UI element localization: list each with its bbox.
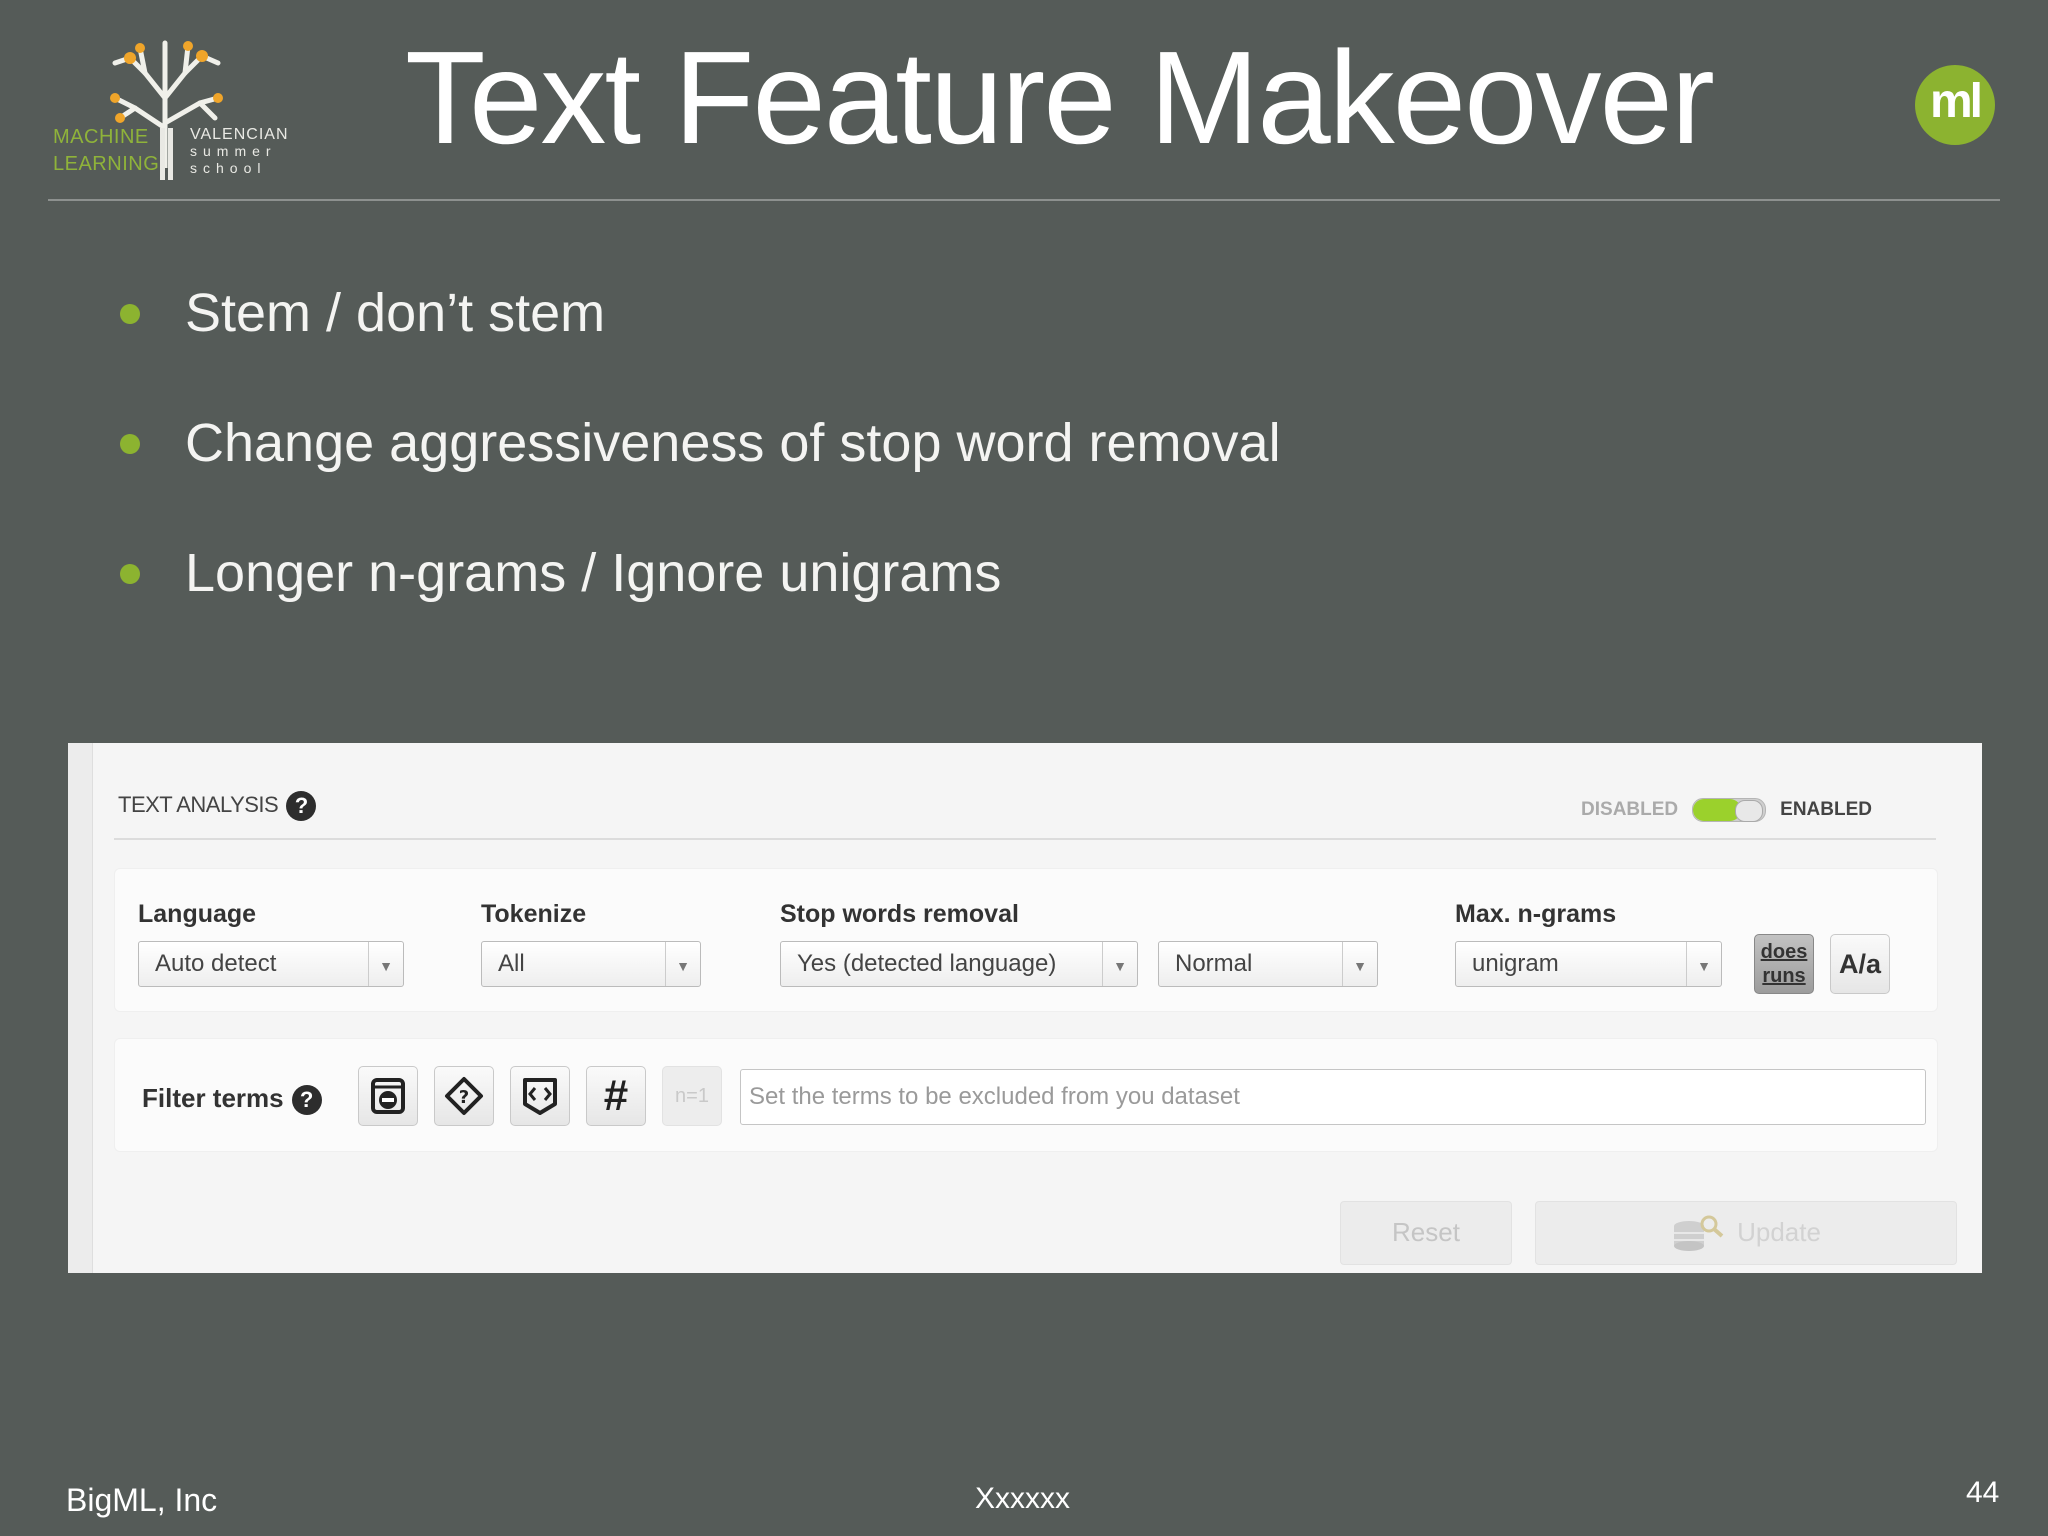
- text-analysis-header: TEXT ANALYSIS?: [118, 791, 317, 821]
- filter-terms-input[interactable]: Set the terms to be excluded from you da…: [740, 1069, 1926, 1125]
- code-tag-icon: [523, 1078, 557, 1115]
- filter-tool-button[interactable]: [358, 1066, 418, 1126]
- enable-toggle[interactable]: [1692, 798, 1767, 822]
- logo-divider: [160, 128, 165, 180]
- hash-icon: #: [603, 1071, 629, 1120]
- bullet-dot-icon: [120, 564, 140, 584]
- stopwords-label: Stop words removal: [780, 900, 1019, 928]
- tokenize-label: Tokenize: [481, 900, 587, 928]
- toggle-fill: [1693, 799, 1742, 821]
- update-label: Update: [1737, 1217, 1821, 1247]
- enable-toggle-group: DISABLED ENABLED: [1581, 798, 1872, 822]
- help-icon[interactable]: ?: [286, 791, 317, 821]
- chevron-down-icon[interactable]: ▼: [1686, 942, 1721, 986]
- stemming-icon: does runs: [1760, 941, 1808, 987]
- bullet-list: Stem / don’t stem Change aggressiveness …: [120, 270, 1281, 660]
- logo-text-right: VALENCIAN summer school: [190, 126, 289, 176]
- filter-terms-label: Filter terms?: [142, 1083, 322, 1116]
- options-box: [114, 868, 1938, 1012]
- stopwords-select[interactable]: Yes (detected language) ▼: [780, 941, 1138, 987]
- ngrams-label: Max. n-grams: [1455, 900, 1617, 928]
- language-label: Language: [138, 900, 257, 928]
- svg-text:?: ?: [459, 1087, 469, 1108]
- footer-center-text: Xxxxxx: [975, 1482, 1071, 1515]
- logo-text-left: MACHINE LEARNING: [53, 126, 160, 175]
- logo-divider: [168, 128, 173, 180]
- chevron-down-icon[interactable]: ▼: [665, 942, 700, 986]
- page-number: 44: [1966, 1476, 2000, 1509]
- header-divider: [48, 199, 2000, 201]
- case-sensitivity-button[interactable]: A/a: [1830, 934, 1890, 994]
- text-analysis-panel: TEXT ANALYSIS? DISABLED ENABLED Language…: [68, 743, 1982, 1273]
- slide-title: Text Feature Makeover: [405, 24, 1715, 171]
- database-search-icon: [1674, 1215, 1724, 1252]
- panel-divider: [114, 838, 1936, 840]
- footer-company: BigML, Inc: [66, 1482, 218, 1518]
- tokenize-select[interactable]: All ▼: [481, 941, 701, 987]
- toggle-enabled-label: ENABLED: [1780, 799, 1872, 820]
- school-logo: MACHINE LEARNING VALENCIAN summer school: [50, 28, 290, 180]
- chevron-down-icon[interactable]: ▼: [1102, 942, 1137, 986]
- ngrams-select[interactable]: unigram ▼: [1455, 941, 1722, 987]
- chevron-down-icon[interactable]: ▼: [1342, 942, 1377, 986]
- ngram-filter-label: n=1: [675, 1084, 709, 1107]
- toggle-disabled-label: DISABLED: [1581, 799, 1679, 820]
- remove-icon: [371, 1078, 405, 1114]
- toggle-knob[interactable]: [1735, 800, 1764, 822]
- panel-left-strip: [68, 743, 93, 1273]
- bullet-item: Stem / don’t stem: [120, 270, 1281, 400]
- filter-tool-button[interactable]: #: [586, 1066, 646, 1126]
- stemming-button[interactable]: does runs: [1754, 934, 1814, 994]
- stopwords-level-select[interactable]: Normal ▼: [1158, 941, 1378, 987]
- ngram-filter-button[interactable]: n=1: [662, 1066, 722, 1126]
- filter-tool-button[interactable]: [510, 1066, 570, 1126]
- question-diamond-icon: ?: [445, 1077, 483, 1115]
- help-icon[interactable]: ?: [291, 1085, 322, 1116]
- reset-button[interactable]: Reset: [1340, 1201, 1512, 1265]
- chevron-down-icon[interactable]: ▼: [368, 942, 403, 986]
- bullet-dot-icon: [120, 304, 140, 324]
- language-select[interactable]: Auto detect ▼: [138, 941, 404, 987]
- case-icon: A/a: [1838, 948, 1882, 979]
- update-button[interactable]: Update: [1535, 1201, 1957, 1265]
- filter-tool-button[interactable]: ?: [434, 1066, 494, 1126]
- bullet-item: Change aggressiveness of stop word remov…: [120, 400, 1281, 530]
- ml-logo-icon: ml: [1915, 65, 1995, 145]
- bullet-dot-icon: [120, 434, 140, 454]
- bullet-item: Longer n-grams / Ignore unigrams: [120, 530, 1281, 660]
